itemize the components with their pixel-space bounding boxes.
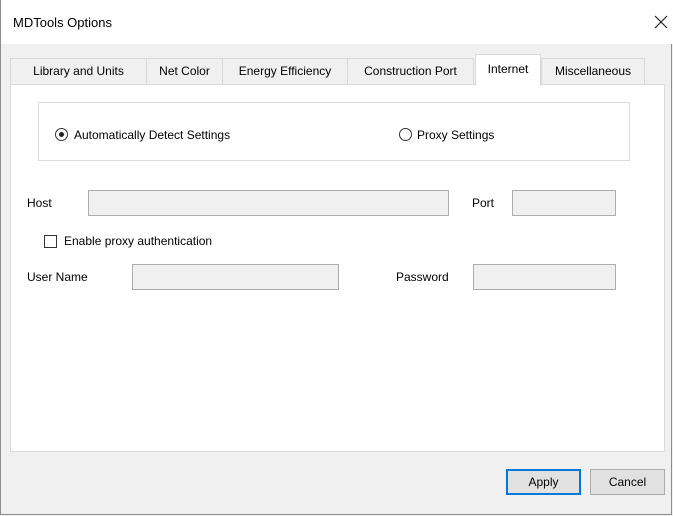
radio-selected-dot (59, 132, 64, 137)
tab-construction-port[interactable]: Construction Port (347, 58, 474, 84)
port-label: Port (472, 196, 495, 210)
tab-library-and-units[interactable]: Library and Units (10, 58, 147, 84)
options-dialog: MDTools Options Library and Units Net Co… (0, 0, 673, 515)
password-label: Password (396, 270, 449, 284)
title-bar: MDTools Options (1, 0, 673, 44)
enable-proxy-auth-checkbox[interactable] (44, 235, 57, 248)
tab-internet[interactable]: Internet (475, 54, 541, 86)
host-label: Host (27, 196, 52, 210)
close-icon[interactable] (650, 11, 672, 33)
tab-net-color[interactable]: Net Color (146, 58, 223, 84)
apply-button[interactable]: Apply (506, 469, 581, 495)
password-input[interactable] (473, 264, 616, 290)
username-label: User Name (27, 270, 88, 284)
proxy-settings-radio[interactable] (399, 128, 412, 141)
port-input[interactable] (512, 190, 616, 216)
enable-proxy-auth-label: Enable proxy authentication (64, 234, 213, 248)
proxy-settings-label: Proxy Settings (417, 128, 495, 142)
cancel-button[interactable]: Cancel (590, 469, 665, 495)
host-input[interactable] (88, 190, 449, 216)
window-title: MDTools Options (13, 15, 112, 30)
tab-energy-efficiency[interactable]: Energy Efficiency (222, 58, 348, 84)
auto-detect-radio[interactable] (55, 128, 68, 141)
username-input[interactable] (132, 264, 339, 290)
auto-detect-label: Automatically Detect Settings (74, 128, 231, 142)
tab-miscellaneous[interactable]: Miscellaneous (541, 58, 645, 84)
